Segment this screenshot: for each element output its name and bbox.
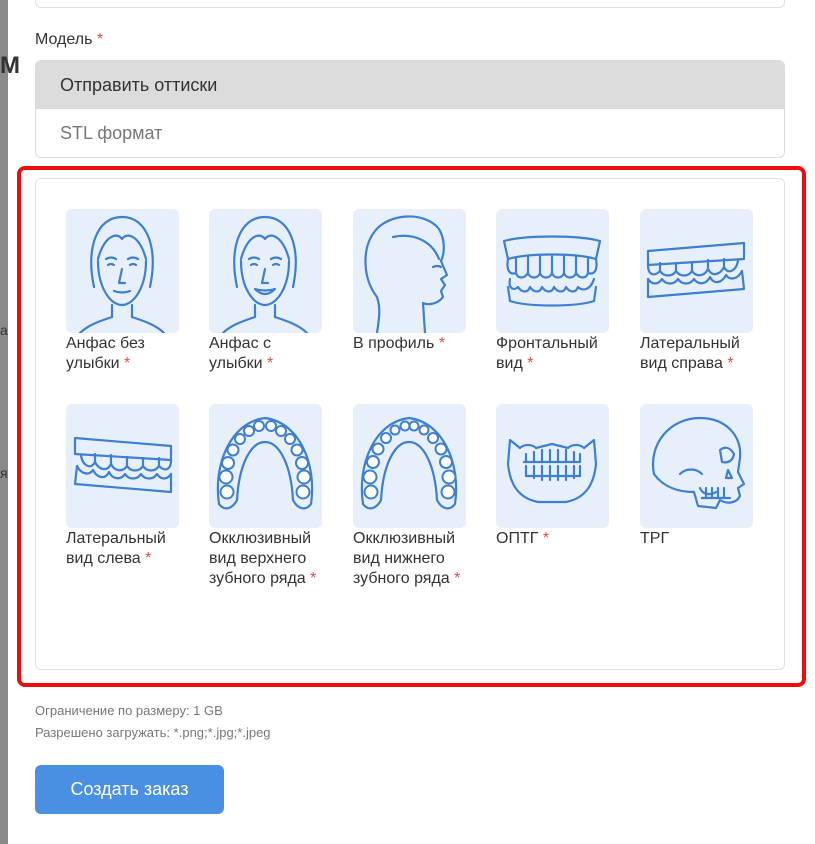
photo-tile-front-neutral[interactable]: Анфас без улыбки * <box>66 209 184 374</box>
background-glyph: М <box>0 52 20 79</box>
model-field-label: Модель * <box>35 31 104 48</box>
create-order-button[interactable]: Создать заказ <box>35 765 224 814</box>
required-mark: * <box>542 530 550 547</box>
required-mark: * <box>527 355 534 372</box>
model-select-list[interactable]: Отправить оттиски STL формат <box>35 60 785 158</box>
occlusal-lower-icon[interactable] <box>353 404 466 528</box>
model-option-impressions[interactable]: Отправить оттиски <box>36 61 784 109</box>
photo-label: Анфас с улыбки <box>209 335 272 372</box>
photo-tile-occlusal-lower[interactable]: Окклюзивный вид нижнего зубного ряда * <box>353 404 471 589</box>
photo-tile-profile[interactable]: В профиль * <box>353 209 471 354</box>
required-mark: * <box>438 335 446 352</box>
photo-label: В профиль <box>353 335 435 352</box>
required-mark: * <box>727 355 734 372</box>
photo-label: ТРГ <box>640 530 670 547</box>
face-profile-icon[interactable] <box>353 209 466 333</box>
photo-label: Анфас без улыбки <box>66 335 145 372</box>
photo-tile-lateral-right[interactable]: Латеральный вид справа * <box>640 209 758 374</box>
opg-xray-icon[interactable] <box>496 404 609 528</box>
photo-tile-trg[interactable]: ТРГ <box>640 404 758 549</box>
photo-upload-panel: Анфас без улыбки * Анфас с улыбки * В пр… <box>35 178 785 670</box>
background-overlay-edge <box>0 0 8 844</box>
required-mark: * <box>124 355 131 372</box>
allowed-types-note: Разрешено загружать: *.png;*.jpg;*.jpeg <box>35 725 271 740</box>
required-mark: * <box>310 570 317 587</box>
background-glyph: я <box>0 465 8 481</box>
background-glyph: а <box>0 322 8 338</box>
photo-label: Латеральный вид справа <box>640 335 740 372</box>
teeth-lateral-right-icon[interactable] <box>640 209 753 333</box>
photo-tile-lateral-left[interactable]: Латеральный вид слева * <box>66 404 184 569</box>
photo-tile-front-smile[interactable]: Анфас с улыбки * <box>209 209 327 374</box>
photo-label: Фронтальный вид <box>496 335 598 372</box>
teeth-lateral-left-icon[interactable] <box>66 404 179 528</box>
model-option-stl[interactable]: STL формат <box>36 109 784 157</box>
photo-tile-opg[interactable]: ОПТГ * <box>496 404 614 549</box>
face-front-neutral-icon[interactable] <box>66 209 179 333</box>
photo-tile-occlusal-upper[interactable]: Окклюзивный вид верхнего зубного ряда * <box>209 404 327 589</box>
photo-label: ОПТГ <box>496 530 539 547</box>
photo-tile-frontal[interactable]: Фронтальный вид * <box>496 209 614 374</box>
face-front-smile-icon[interactable] <box>209 209 322 333</box>
previous-field-input[interactable] <box>35 0 785 8</box>
required-mark: * <box>454 570 461 587</box>
photo-label: Окклюзивный вид верхнего зубного ряда <box>209 530 312 587</box>
photo-label: Окклюзивный вид нижнего зубного ряда <box>353 530 456 587</box>
size-limit-note: Ограничение по размеру: 1 GB <box>35 703 223 718</box>
skull-trg-icon[interactable] <box>640 404 753 528</box>
required-mark: * <box>145 550 152 567</box>
required-mark: * <box>267 355 274 372</box>
occlusal-upper-icon[interactable] <box>209 404 322 528</box>
teeth-frontal-icon[interactable] <box>496 209 609 333</box>
